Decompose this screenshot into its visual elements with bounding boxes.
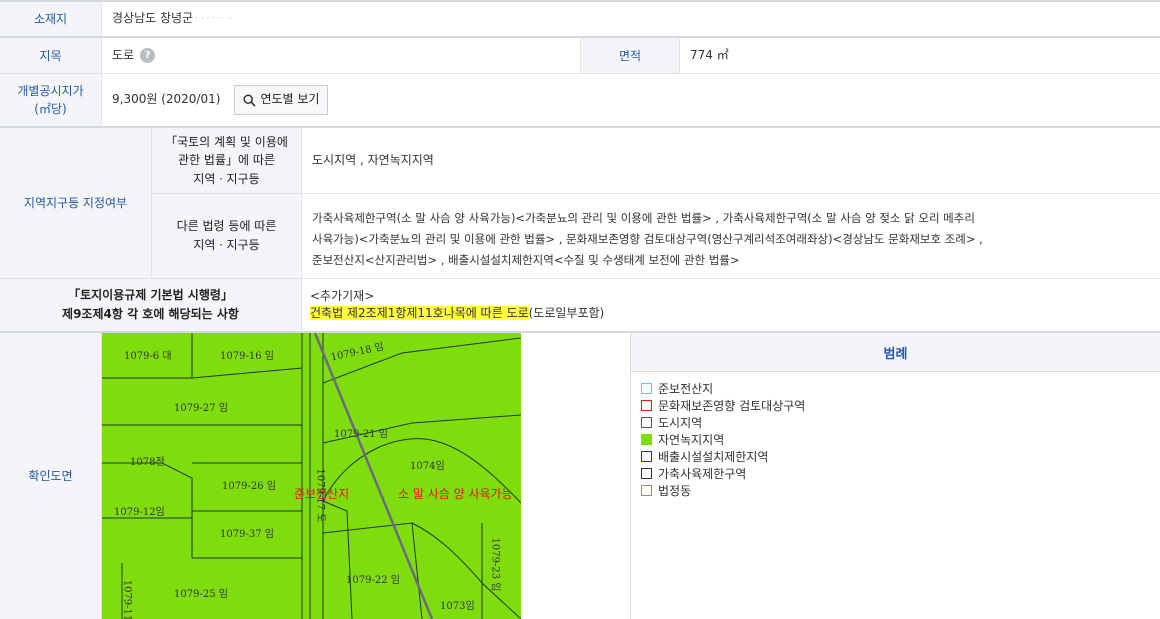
legend-item: 가축사육제한구역: [641, 465, 1160, 482]
zoning-row2-header: 다른 법령 등에 따른 지역ㆍ지구등: [152, 194, 302, 278]
zoning-label: 지역지구등 지정여부: [23, 196, 128, 210]
enforcement-header-line2: 제9조제4항 각 호에 해당되는 사항: [62, 307, 239, 321]
map-overlay-label: 준보전산지: [294, 487, 350, 501]
legend-swatch: [641, 383, 652, 394]
legend-swatch: [641, 485, 652, 496]
location-value-cell: 경상남도 창녕군 · · · · ·· ··: [102, 2, 1160, 36]
zoning-row2-line2: 사육가능)<가축분뇨의 관리 및 이용에 관한 법률> , 문화재보존영향 검토…: [312, 232, 983, 246]
location-header: 소재지: [0, 2, 102, 36]
parcel-label: 1079-26 임: [222, 481, 276, 492]
parcel-label: 1074임: [410, 461, 445, 472]
legend-item: 도시지역: [641, 414, 1160, 431]
zoning-row2-header-line1: 다른 법령 등에 따른: [176, 219, 277, 234]
category-label: 지목: [39, 48, 62, 63]
enforcement-line2: 건축법 제2조제1항제11호나목에 따른 도로(도로일부포함): [310, 305, 1160, 322]
legend-item-label: 자연녹지지역: [658, 433, 725, 447]
map-overlay-label: 소 말 사슴 양 사육가능: [398, 487, 513, 501]
legend-item: 자연녹지지역: [641, 431, 1160, 448]
enforcement-highlight: 건축법 제2조제1항제11호나목에 따른 도로: [310, 306, 529, 320]
parcel-label: 1078전: [130, 457, 165, 468]
confirmation-map[interactable]: 1079-6 대 1079-16 임 1079-18 임 1079-27 임 1…: [102, 333, 521, 619]
zoning-row1-header-line2: 관한 법률」에 따른: [178, 153, 275, 168]
zoning-row1-header-line1: 「국토의 계획 및 이용에: [165, 134, 288, 149]
legend-item-label: 가축사육제한구역: [658, 467, 747, 481]
price-label-line2: (㎡당): [34, 102, 67, 116]
zoning-row2-line1: 가축사육제한구역(소 말 사슴 양 사육가능)<가축분뇨의 관리 및 이용에 관…: [312, 211, 975, 225]
enforcement-rest: (도로일부포함): [528, 306, 605, 320]
map-label: 확인도면: [28, 469, 73, 483]
parcel-label: 1079-22 임: [346, 575, 400, 586]
legend-item-label: 법정동: [658, 484, 692, 498]
parcel-label: 1079-11: [121, 579, 133, 619]
enforcement-value-cell: <추가기재> 건축법 제2조제1항제11호나목에 따른 도로(도로일부포함): [302, 279, 1160, 331]
price-value: 9,300원 (2020/01): [112, 92, 221, 107]
yearly-view-button[interactable]: 연도별 보기: [234, 85, 329, 115]
help-icon[interactable]: ?: [140, 48, 156, 63]
price-label-line1: 개별공시지가: [17, 84, 84, 98]
enforcement-header-line1: 「토지이용규제 기본법 시행령」: [68, 288, 233, 303]
zoning-row1-value-cell: 도시지역 , 자연녹지지역: [302, 128, 1160, 193]
legend-item: 배출시설설치제한지역: [641, 448, 1160, 465]
legend-swatch: [641, 400, 652, 411]
legend-item-label: 배출시설설치제한지역: [658, 450, 769, 464]
zoning-header: 지역지구등 지정여부: [0, 128, 152, 278]
parcel-label: 1079-6 대: [124, 351, 172, 362]
legend-item: 문화재보존영향 검토대상구역: [641, 397, 1160, 414]
parcel-label: 1073임: [440, 601, 475, 612]
zoning-row1-header-line3: 지역ㆍ지구등: [193, 171, 260, 186]
zoning-row1-value: 도시지역 , 자연녹지지역: [312, 152, 434, 167]
legend-list: 준보전산지 문화재보존영향 검토대상구역 도시지역 자연녹지지역 배출시설설치제…: [631, 372, 1160, 499]
map-background: [102, 333, 521, 619]
legend-item-label: 준보전산지: [658, 382, 714, 396]
zoning-row2-value-cell: 가축사육제한구역(소 말 사슴 양 사육가능)<가축분뇨의 관리 및 이용에 관…: [302, 194, 1160, 278]
location-value: 경상남도 창녕군: [112, 11, 194, 26]
legend-swatch: [641, 434, 652, 445]
parcel-label: 1079-25 임: [174, 589, 228, 600]
redacted-address: · · · · ·· ··: [195, 13, 233, 24]
category-header: 지목: [0, 38, 102, 73]
legend-title-bar: 범례: [631, 333, 1160, 372]
legend-item: 준보전산지: [641, 380, 1160, 397]
area-value: 774 ㎡: [690, 47, 729, 62]
zoning-row1-header: 「국토의 계획 및 이용에 관한 법률」에 따른 지역ㆍ지구등: [152, 128, 302, 193]
area-label: 면적: [618, 48, 642, 63]
legend-item-label: 도시지역: [658, 416, 703, 430]
category-value-cell: 도로 ?: [102, 38, 580, 73]
area-value-cell: 774 ㎡: [680, 38, 1160, 73]
map-svg: [102, 333, 521, 619]
category-value: 도로: [112, 47, 135, 62]
legend-title: 범례: [883, 346, 908, 362]
legend-panel: 범례 준보전산지 문화재보존영향 검토대상구역 도시지역 자연녹지지역 배출시설…: [630, 333, 1160, 619]
price-value-cell: 9,300원 (2020/01) 연도별 보기: [102, 74, 1160, 126]
parcel-label: 1079-12임: [114, 507, 165, 518]
yearly-view-label: 연도별 보기: [260, 92, 320, 107]
legend-swatch: [641, 417, 652, 428]
search-icon: [243, 93, 257, 107]
parcel-label: 1079-21 임: [334, 429, 388, 440]
zoning-row2-line3: 준보전산지<산지관리법> , 배출시설설치제한지역<수질 및 수생태계 보전에 …: [312, 253, 740, 267]
parcel-label: 1079-16 임: [220, 351, 274, 362]
map-header: 확인도면: [0, 333, 102, 619]
price-header: 개별공시지가 (㎡당): [0, 74, 102, 126]
location-label: 소재지: [33, 12, 68, 26]
legend-item: 법정동: [641, 482, 1160, 499]
parcel-label: 1079-27 임: [174, 403, 228, 414]
legend-item-label: 문화재보존영향 검토대상구역: [658, 399, 806, 413]
area-header: 면적: [580, 38, 680, 73]
enforcement-header: 「토지이용규제 기본법 시행령」 제9조제4항 각 호에 해당되는 사항: [0, 279, 302, 331]
parcel-label: 1079-23 임: [489, 537, 501, 592]
parcel-label: 1079-37 임: [220, 529, 274, 540]
legend-swatch: [641, 468, 652, 479]
zoning-row2-header-line2: 지역ㆍ지구등: [193, 238, 260, 252]
enforcement-line1: <추가기재>: [310, 289, 375, 303]
legend-swatch: [641, 451, 652, 462]
